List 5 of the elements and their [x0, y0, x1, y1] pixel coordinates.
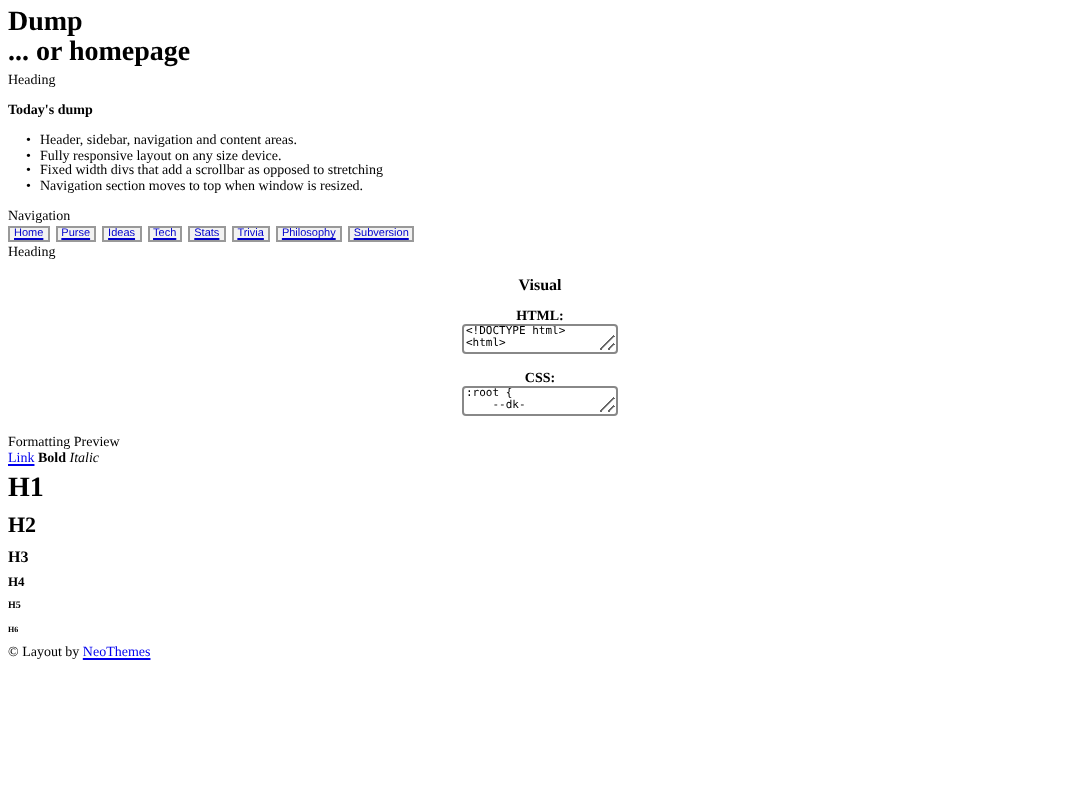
visual-title: Visual	[518, 276, 562, 294]
site-title: Dump ... or homepage	[8, 8, 193, 68]
preview-heading: H1	[8, 474, 46, 504]
preview-heading: H3	[8, 548, 31, 566]
preview-heading: H2	[8, 514, 39, 538]
